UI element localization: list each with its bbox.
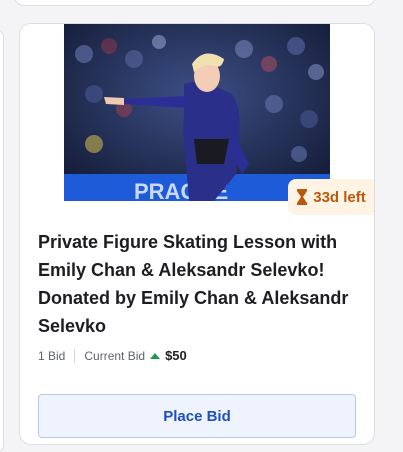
- figure-skater-photo: PRAGUE: [64, 24, 330, 201]
- place-bid-button[interactable]: Place Bid: [38, 394, 356, 438]
- bid-meta: 1 Bid Current Bid $50: [38, 348, 356, 363]
- item-image-area[interactable]: PRAGUE 33d left: [20, 24, 374, 215]
- current-bid-label: Current Bid: [84, 348, 146, 363]
- adjacent-card-edge: [0, 30, 4, 452]
- previous-card-edge: [14, 0, 376, 6]
- bid-count: 1 Bid: [38, 348, 66, 363]
- item-details: Private Figure Skating Lesson with Emily…: [20, 201, 374, 438]
- meta-divider: [74, 348, 76, 363]
- auction-item-card[interactable]: PRAGUE 33d left Private Figure Skating L…: [19, 23, 375, 445]
- current-bid-value: $50: [165, 348, 187, 363]
- heart-icon[interactable]: [338, 44, 360, 66]
- item-photo[interactable]: PRAGUE: [64, 24, 330, 201]
- arrow-up-icon: [150, 352, 161, 359]
- item-title[interactable]: Private Figure Skating Lesson with Emily…: [38, 228, 356, 340]
